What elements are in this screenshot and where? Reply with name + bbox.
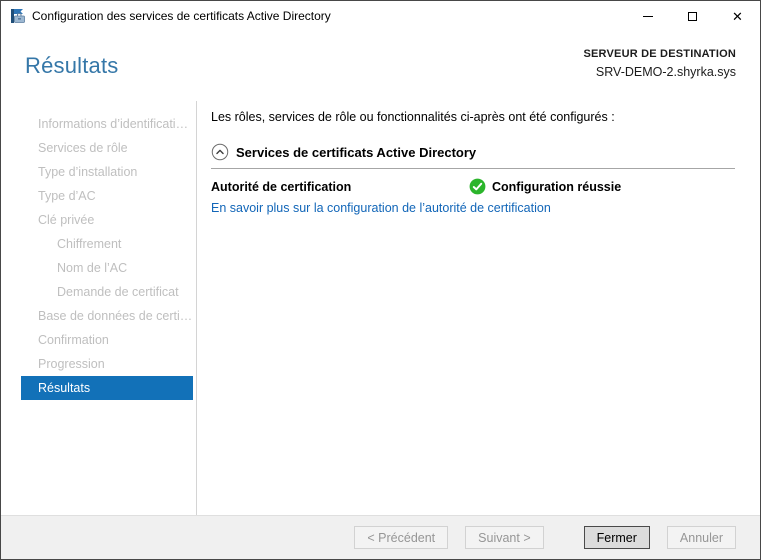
page-title: Résultats	[25, 53, 119, 78]
server-manager-icon	[11, 9, 25, 23]
wizard-header: Résultats SERVEUR DE DESTINATION SRV-DEM…	[1, 31, 760, 101]
titlebar: Configuration des services de certificat…	[1, 1, 760, 31]
learn-more-link[interactable]: En savoir plus sur la configuration de l…	[211, 201, 551, 215]
destination-server-label: SERVEUR DE DESTINATION	[583, 48, 736, 60]
previous-button[interactable]: < Précédent	[354, 526, 449, 549]
minimize-button[interactable]	[625, 1, 670, 31]
close-wizard-button[interactable]: Fermer	[583, 526, 650, 549]
wizard-body: Informations d’identificati… Services de…	[1, 101, 760, 515]
destination-server-block: SERVEUR DE DESTINATION SRV-DEMO-2.shyrka…	[583, 47, 736, 81]
maximize-button[interactable]	[670, 1, 715, 31]
cancel-button[interactable]: Annuler	[666, 526, 736, 549]
section-title: Services de certificats Active Directory	[236, 144, 477, 160]
result-name: Autorité de certification	[211, 179, 352, 194]
window-title: Configuration des services de certificat…	[32, 9, 331, 23]
step-cle-privee[interactable]: Clé privée	[21, 208, 193, 232]
maximize-icon	[688, 11, 697, 21]
result-status: Configuration réussie	[469, 178, 735, 195]
close-button[interactable]: ✕	[715, 1, 760, 31]
wizard-footer: < Précédent Suivant > Fermer Annuler	[1, 515, 760, 559]
step-services-de-role[interactable]: Services de rôle	[21, 136, 193, 160]
collapse-chevron-icon[interactable]	[211, 143, 229, 161]
step-nom-de-ac[interactable]: Nom de l’AC	[21, 256, 193, 280]
result-row: Autorité de certification Configuration …	[211, 178, 735, 195]
wizard-steps-sidebar: Informations d’identificati… Services de…	[1, 101, 196, 515]
next-button[interactable]: Suivant >	[465, 526, 544, 549]
intro-text: Les rôles, services de rôle ou fonctionn…	[211, 110, 615, 124]
step-resultats[interactable]: Résultats	[21, 376, 193, 400]
step-chiffrement[interactable]: Chiffrement	[21, 232, 193, 256]
step-type-installation[interactable]: Type d’installation	[21, 160, 193, 184]
step-confirmation[interactable]: Confirmation	[21, 328, 193, 352]
success-check-icon	[469, 178, 486, 195]
result-status-text: Configuration réussie	[492, 179, 622, 194]
step-type-ac[interactable]: Type d’AC	[21, 184, 193, 208]
step-demande-certificat[interactable]: Demande de certificat	[21, 280, 193, 304]
wizard-window: Configuration des services de certificat…	[0, 0, 761, 560]
results-pane: Les rôles, services de rôle ou fonctionn…	[197, 101, 760, 515]
step-informations-identification[interactable]: Informations d’identificati…	[21, 112, 193, 136]
close-icon: ✕	[732, 8, 743, 24]
section-rule	[211, 168, 735, 169]
step-progression[interactable]: Progression	[21, 352, 193, 376]
minimize-icon	[642, 15, 653, 17]
destination-server-name: SRV-DEMO-2.shyrka.sys	[595, 64, 736, 79]
step-base-de-donnees[interactable]: Base de données de certi…	[21, 304, 193, 328]
section-header: Services de certificats Active Directory	[211, 143, 735, 161]
